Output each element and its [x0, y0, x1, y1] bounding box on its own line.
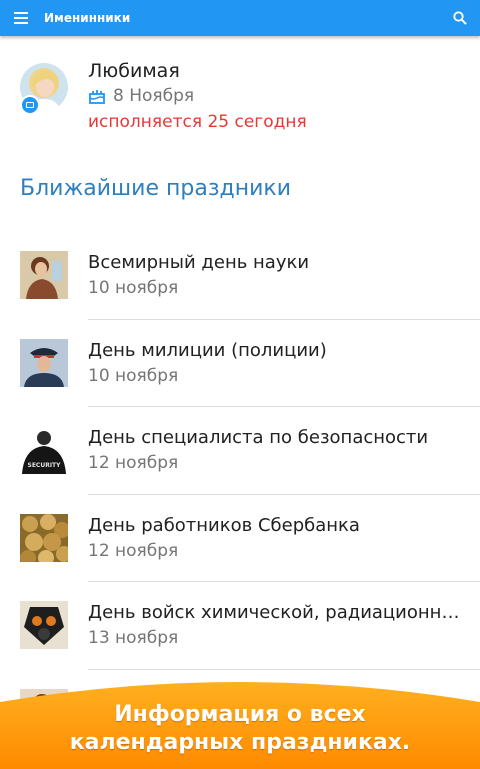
police-day-image [20, 338, 68, 387]
holiday-date: 10 ноября [88, 365, 179, 386]
app-title: Именинники [44, 11, 131, 25]
birthday-name: Любимая [88, 60, 180, 82]
promo-line-2: календарных праздниках. [69, 730, 411, 755]
promo-line-1: Информация о всех [114, 702, 366, 727]
holiday-date: 10 ноября [88, 278, 179, 298]
security-label: SECURITY [28, 462, 62, 469]
holiday-name: День работников Сбербанка [88, 514, 360, 536]
holiday-name: День милиции (полиции) [88, 339, 327, 361]
birthday-age-text: исполняется 25 сегодня [88, 112, 307, 132]
list-item[interactable]: День работников Сбербанка 12 ноября [0, 495, 480, 582]
holiday-name: День специалиста по безопасности [88, 427, 429, 448]
security-day-image: SECURITY [20, 426, 68, 474]
holiday-name: День войск химической, радиационной… [88, 602, 466, 623]
holiday-name: Всемирный день науки [88, 252, 310, 273]
holiday-date: 13 ноября [88, 628, 179, 648]
birthday-item[interactable]: Любимая 8 Ноября исполняется 25 сегодня [0, 36, 480, 148]
chemical-troops-day-image [20, 601, 68, 649]
list-item[interactable]: Всемирный день науки 10 ноября [0, 232, 480, 320]
list-item[interactable]: SECURITY День специалиста по безопасност… [0, 407, 480, 495]
science-day-image [20, 251, 68, 299]
birthday-date: 8 Ноября [113, 86, 195, 106]
avatar [20, 63, 68, 115]
cake-icon [89, 90, 105, 104]
list-item[interactable]: День войск химической, радиационной… 13 … [0, 582, 480, 670]
search-icon[interactable] [452, 10, 468, 26]
section-title: Ближайшие праздники [20, 176, 292, 201]
holiday-date: 12 ноября [88, 540, 179, 561]
birthday-date-row: 8 Ноября [88, 86, 194, 106]
contact-badge-icon [20, 95, 40, 115]
sberbank-day-image [20, 513, 68, 562]
menu-icon[interactable] [14, 12, 28, 24]
list-item[interactable]: День милиции (полиции) 10 ноября [0, 320, 480, 407]
app-bar: Именинники [0, 0, 480, 36]
holiday-date: 12 ноября [88, 453, 179, 473]
promo-banner: Информация о всех календарных праздниках… [0, 672, 480, 769]
